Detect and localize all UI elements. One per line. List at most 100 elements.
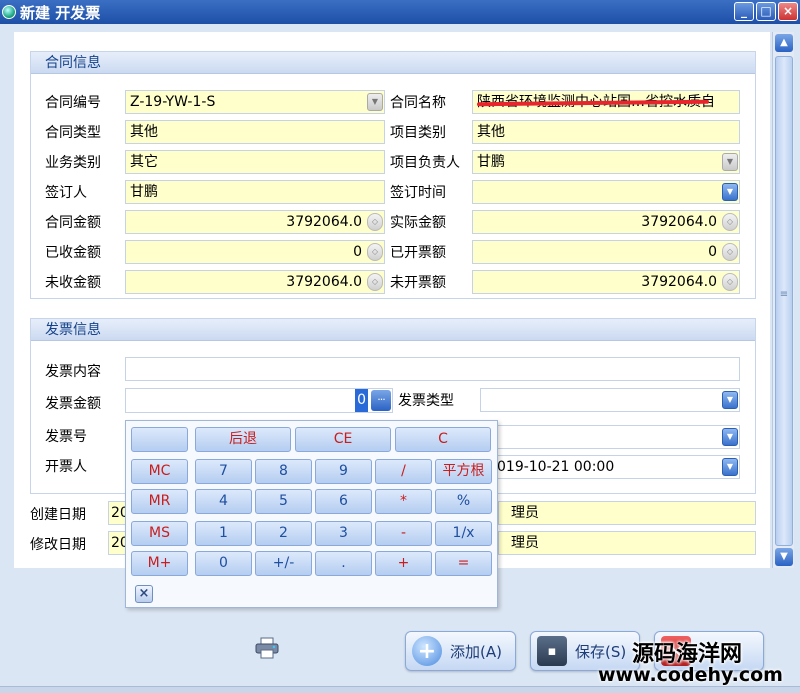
- invoiced-amount-label: 已开票额: [390, 245, 446, 261]
- calc-1-key[interactable]: 1: [195, 521, 252, 546]
- spin-icon[interactable]: ◇: [367, 243, 383, 261]
- modified-date-label: 修改日期: [30, 537, 86, 553]
- invoice-info-header: 发票信息: [31, 319, 755, 341]
- window-title: 新建 开发票: [20, 3, 101, 22]
- chevron-down-icon[interactable]: ▼: [367, 93, 383, 111]
- calc-plus-key[interactable]: +: [375, 551, 432, 576]
- close-button[interactable]: ×: [778, 2, 798, 21]
- calc-clear-key[interactable]: C: [395, 427, 491, 452]
- contract-no-label: 合同编号: [45, 95, 101, 111]
- scroll-thumb[interactable]: ≡: [775, 56, 793, 546]
- calc-mr-key[interactable]: MR: [131, 489, 188, 514]
- calc-backspace-key[interactable]: 后退: [195, 427, 291, 452]
- chevron-down-icon[interactable]: ▼: [722, 153, 738, 171]
- spin-icon[interactable]: ◇: [722, 213, 738, 231]
- contract-amount-value: 3792064.0: [286, 214, 362, 230]
- business-type-value: 其它: [130, 154, 158, 170]
- contract-no-value: Z-19-YW-1-S: [130, 94, 216, 110]
- spin-icon[interactable]: ◇: [367, 213, 383, 231]
- chevron-down-icon[interactable]: ▼: [722, 391, 738, 409]
- contract-type-field[interactable]: 其他: [125, 120, 385, 144]
- modified-by-field[interactable]: 理员: [498, 531, 756, 555]
- issue-time-value: 019-10-21 00:00: [497, 459, 615, 475]
- calc-6-key[interactable]: 6: [315, 489, 372, 514]
- calc-minus-key[interactable]: -: [375, 521, 432, 546]
- contract-no-field[interactable]: Z-19-YW-1-S ▼: [125, 90, 385, 114]
- invoice-amount-field[interactable]: 0 ···: [125, 388, 393, 413]
- vertical-scrollbar[interactable]: ▲ ≡ ▼: [772, 32, 794, 568]
- spin-icon[interactable]: ◇: [722, 243, 738, 261]
- calc-mplus-key[interactable]: M+: [131, 551, 188, 576]
- minimize-button[interactable]: _: [734, 2, 754, 21]
- chevron-down-icon[interactable]: ▼: [722, 428, 738, 446]
- calc-divide-key[interactable]: /: [375, 459, 432, 484]
- invoiced-amount-field[interactable]: 0 ◇: [472, 240, 740, 264]
- calc-ms-key[interactable]: MS: [131, 521, 188, 546]
- calc-ce-key[interactable]: CE: [295, 427, 391, 452]
- scroll-up-icon[interactable]: ▲: [775, 34, 793, 52]
- invoice-content-field[interactable]: [125, 357, 740, 381]
- chevron-down-icon[interactable]: ▼: [722, 183, 738, 201]
- sign-time-field[interactable]: ▼: [472, 180, 740, 204]
- spin-icon[interactable]: ◇: [367, 273, 383, 291]
- calc-8-key[interactable]: 8: [255, 459, 312, 484]
- printer-icon[interactable]: [254, 637, 280, 659]
- calc-close-icon[interactable]: ×: [135, 585, 153, 603]
- calc-3-key[interactable]: 3: [315, 521, 372, 546]
- add-button-label: 添加(A): [450, 642, 502, 661]
- received-amount-field[interactable]: 0 ◇: [125, 240, 385, 264]
- uninvoiced-amount-field[interactable]: 3792064.0 ◇: [472, 270, 740, 294]
- invoice-type-label: 发票类型: [398, 393, 454, 409]
- calc-decimal-key[interactable]: .: [315, 551, 372, 576]
- calc-0-key[interactable]: 0: [195, 551, 252, 576]
- app-icon: [2, 5, 16, 19]
- invoice-amount-label: 发票金额: [45, 396, 101, 412]
- actual-amount-label: 实际金额: [390, 215, 446, 231]
- signer-field[interactable]: 甘鹏: [125, 180, 385, 204]
- calc-reciprocal-key[interactable]: 1/x: [435, 521, 492, 546]
- unreceived-amount-value: 3792064.0: [286, 274, 362, 290]
- calc-5-key[interactable]: 5: [255, 489, 312, 514]
- scroll-down-icon[interactable]: ▼: [775, 548, 793, 566]
- calc-2-key[interactable]: 2: [255, 521, 312, 546]
- business-type-field[interactable]: 其它: [125, 150, 385, 174]
- invoice-type-field[interactable]: ▼: [480, 388, 740, 412]
- calc-blank-key[interactable]: [131, 427, 188, 452]
- contract-amount-field[interactable]: 3792064.0 ◇: [125, 210, 385, 234]
- contract-name-field[interactable]: 陕西省环境监测中心站国…省控水质自: [472, 90, 740, 114]
- contract-name-label: 合同名称: [390, 95, 446, 111]
- unreceived-amount-field[interactable]: 3792064.0 ◇: [125, 270, 385, 294]
- calc-sqrt-key[interactable]: 平方根: [435, 459, 492, 484]
- calc-7-key[interactable]: 7: [195, 459, 252, 484]
- calc-equals-key[interactable]: =: [435, 551, 492, 576]
- calc-4-key[interactable]: 4: [195, 489, 252, 514]
- created-by-value: 理员: [511, 505, 539, 521]
- calc-9-key[interactable]: 9: [315, 459, 372, 484]
- bottom-strip: [0, 686, 800, 693]
- add-button[interactable]: + 添加(A): [405, 631, 516, 671]
- created-by-field[interactable]: 理员: [498, 501, 756, 525]
- business-type-label: 业务类别: [45, 155, 101, 171]
- actual-amount-field[interactable]: 3792064.0 ◇: [472, 210, 740, 234]
- contract-type-value: 其他: [130, 124, 158, 140]
- chevron-down-icon[interactable]: ▼: [722, 458, 738, 476]
- more-icon[interactable]: ···: [371, 390, 391, 411]
- calc-percent-key[interactable]: %: [435, 489, 492, 514]
- project-lead-field[interactable]: 甘鹏 ▼: [472, 150, 740, 174]
- invoice-no-field[interactable]: ▼: [480, 425, 740, 449]
- project-type-label: 项目类别: [390, 125, 446, 141]
- calc-mc-key[interactable]: MC: [131, 459, 188, 484]
- maximize-button[interactable]: □: [756, 2, 776, 21]
- spin-icon[interactable]: ◇: [722, 273, 738, 291]
- calc-sign-key[interactable]: +/-: [255, 551, 312, 576]
- project-lead-value: 甘鹏: [477, 154, 505, 170]
- issue-time-field[interactable]: 019-10-21 00:00 ▼: [480, 455, 740, 479]
- project-type-field[interactable]: 其他: [472, 120, 740, 144]
- calc-multiply-key[interactable]: *: [375, 489, 432, 514]
- modified-by-value: 理员: [511, 535, 539, 551]
- project-type-value: 其他: [477, 124, 505, 140]
- save-button-label: 保存(S): [575, 642, 627, 661]
- sign-time-label: 签订时间: [390, 185, 446, 201]
- invoice-content-label: 发票内容: [45, 364, 101, 380]
- invoiced-amount-value: 0: [708, 244, 717, 260]
